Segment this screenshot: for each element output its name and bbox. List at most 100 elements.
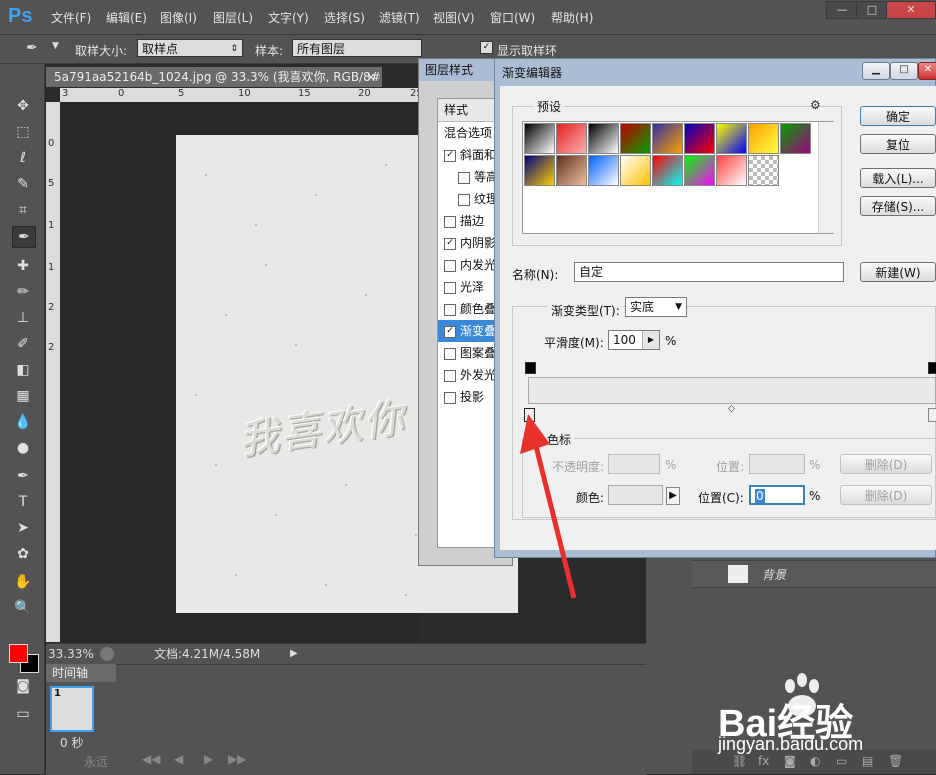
timeline-tab[interactable]: 时间轴	[46, 664, 116, 682]
style-checkbox[interactable]	[444, 369, 456, 382]
smoothness-input[interactable]: 100 ▶	[608, 330, 660, 350]
eyedropper-tool-icon[interactable]: ✒	[12, 226, 36, 248]
gradient-preset-swatch[interactable]	[748, 155, 779, 186]
prev-frame-icon[interactable]: ◀	[174, 752, 183, 766]
first-frame-icon[interactable]: ◀◀	[142, 752, 160, 766]
menu-view[interactable]: 视图(V)	[433, 9, 475, 26]
style-checkbox[interactable]	[458, 171, 470, 184]
save-button[interactable]: 存储(S)...	[860, 196, 936, 216]
share-icon[interactable]	[100, 647, 114, 661]
style-checkbox[interactable]	[444, 281, 456, 294]
gear-icon[interactable]: ⚙	[810, 98, 821, 112]
loop-select[interactable]: 永远	[84, 753, 108, 770]
color-stop-right[interactable]	[928, 408, 936, 422]
play-icon[interactable]: ▶	[290, 644, 298, 664]
eraser-tool-icon[interactable]: ◧	[12, 360, 34, 380]
style-checkbox[interactable]: ✓	[444, 149, 456, 162]
delete-opacity-stop-button[interactable]: 删除(D)	[840, 454, 932, 474]
gradient-preset-swatch[interactable]	[588, 155, 619, 186]
menu-file[interactable]: 文件(F)	[51, 9, 91, 26]
document-tab[interactable]: 5a791aa52164b_1024.jpg @ 33.3% (我喜欢你, RG…	[46, 67, 382, 87]
style-checkbox[interactable]	[444, 259, 456, 272]
eyedropper-icon[interactable]: ✒	[26, 40, 38, 56]
move-tool-icon[interactable]: ✥	[12, 96, 34, 116]
path-select-icon[interactable]: ➤	[12, 518, 34, 538]
sample-select[interactable]: 所有图层	[292, 39, 422, 57]
style-checkbox[interactable]	[444, 303, 456, 316]
hand-tool-icon[interactable]: ✋	[12, 572, 34, 592]
presets-scrollbar[interactable]	[818, 122, 834, 233]
style-checkbox[interactable]	[458, 193, 470, 206]
location-opacity-input[interactable]	[749, 454, 805, 474]
gradient-type-select[interactable]: 实底 ▼	[625, 297, 687, 317]
close-button[interactable]: ✕	[886, 1, 936, 19]
dialog-close-button[interactable]: ✕	[918, 62, 936, 80]
zoom-level[interactable]: 33.33%	[48, 644, 94, 664]
opacity-stop-left[interactable]	[525, 362, 536, 374]
gradient-preset-swatch[interactable]	[780, 123, 811, 154]
midpoint-diamond[interactable]: ◇	[728, 404, 735, 414]
gradient-preset-swatch[interactable]	[556, 155, 587, 186]
chevron-down-icon[interactable]: ▼	[52, 41, 59, 51]
restore-button[interactable]: □	[856, 1, 888, 19]
frame-delay[interactable]: 0 秒	[60, 734, 83, 751]
dialog-maximize-button[interactable]: □	[890, 62, 918, 80]
marquee-tool-icon[interactable]: ⬚	[12, 122, 34, 142]
brush-tool-icon[interactable]: ✏	[12, 282, 34, 302]
minimize-button[interactable]: —	[826, 1, 858, 19]
menu-image[interactable]: 图像(I)	[160, 9, 197, 26]
layer-row-background[interactable]: 背景	[692, 560, 936, 588]
type-tool-icon[interactable]: T	[12, 492, 34, 512]
opacity-stop-right[interactable]	[928, 362, 936, 374]
menu-select[interactable]: 选择(S)	[324, 9, 365, 26]
close-icon[interactable]: ×	[366, 67, 376, 87]
color-arrow-icon[interactable]: ▶	[666, 487, 680, 505]
zoom-tool-icon[interactable]: 🔍	[12, 598, 34, 618]
menu-type[interactable]: 文字(Y)	[268, 9, 309, 26]
next-frame-icon[interactable]: ▶▶	[228, 752, 246, 766]
menu-edit[interactable]: 编辑(E)	[106, 9, 147, 26]
menu-layer[interactable]: 图层(L)	[213, 9, 253, 26]
gradient-preset-swatch[interactable]	[652, 123, 683, 154]
menu-help[interactable]: 帮助(H)	[551, 9, 593, 26]
menu-window[interactable]: 窗口(W)	[490, 9, 535, 26]
lasso-tool-icon[interactable]: ℓ	[12, 148, 34, 168]
pen-tool-icon[interactable]: ✒	[12, 466, 34, 486]
play-animation-icon[interactable]: ▶	[204, 752, 213, 766]
location-input[interactable]: 0	[749, 485, 805, 505]
dialog-minimize-button[interactable]: ▁	[862, 62, 890, 80]
ok-button[interactable]: 确定	[860, 106, 936, 126]
gradient-preset-swatch[interactable]	[652, 155, 683, 186]
healing-tool-icon[interactable]: ✚	[12, 256, 34, 276]
gradient-preset-swatch[interactable]	[588, 123, 619, 154]
chevron-right-icon[interactable]: ▶	[642, 331, 659, 349]
screen-mode-icon[interactable]: ▭	[12, 704, 34, 724]
new-button[interactable]: 新建(W)	[860, 262, 936, 282]
gradient-preset-swatch[interactable]	[716, 123, 747, 154]
frame-thumbnail[interactable]: 1	[50, 686, 94, 732]
gradient-preset-swatch[interactable]	[748, 123, 779, 154]
dodge-tool-icon[interactable]: ●	[12, 438, 34, 458]
gradient-preset-swatch[interactable]	[556, 123, 587, 154]
menu-filter[interactable]: 滤镜(T)	[379, 9, 420, 26]
style-checkbox[interactable]	[444, 347, 456, 360]
load-button[interactable]: 载入(L)...	[860, 168, 936, 188]
crop-tool-icon[interactable]: ⌗	[12, 200, 34, 220]
show-ring-checkbox[interactable]: ✓	[480, 41, 493, 54]
gradient-preset-swatch[interactable]	[620, 155, 651, 186]
gradient-preset-swatch[interactable]	[716, 155, 747, 186]
gradient-preset-swatch[interactable]	[620, 123, 651, 154]
gradient-preset-swatch[interactable]	[524, 123, 555, 154]
name-input[interactable]: 自定	[574, 262, 844, 282]
history-brush-icon[interactable]: ✐	[12, 334, 34, 354]
stamp-tool-icon[interactable]: ⊥	[12, 308, 34, 328]
style-checkbox[interactable]	[444, 391, 456, 404]
gradient-preset-swatch[interactable]	[684, 155, 715, 186]
gradient-preset-swatch[interactable]	[684, 123, 715, 154]
stop-color-swatch[interactable]	[608, 485, 663, 505]
style-checkbox[interactable]: ✓	[444, 325, 456, 338]
sample-size-select[interactable]: 取样点 ⇕	[137, 39, 243, 57]
gradient-bar[interactable]	[528, 377, 936, 404]
reset-button[interactable]: 复位	[860, 134, 936, 154]
blur-tool-icon[interactable]: 💧	[12, 412, 34, 432]
